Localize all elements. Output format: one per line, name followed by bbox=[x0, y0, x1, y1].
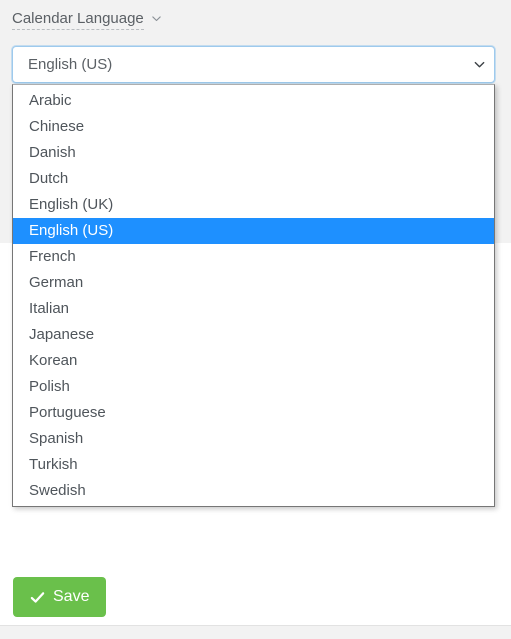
check-icon bbox=[30, 590, 45, 605]
dropdown-option[interactable]: French bbox=[13, 244, 494, 270]
dropdown-option[interactable]: Turkish bbox=[13, 452, 494, 478]
calendar-language-options-list[interactable]: Arabic Chinese Danish Dutch English (UK) Engl… bbox=[12, 84, 495, 507]
dropdown-option[interactable]: Polish bbox=[13, 374, 494, 400]
dropdown-option[interactable]: Italian bbox=[13, 296, 494, 322]
dropdown-option[interactable]: Chinese bbox=[13, 114, 494, 140]
dropdown-option[interactable]: Portuguese bbox=[13, 400, 494, 426]
calendar-language-selected-value: English (US) bbox=[28, 56, 113, 73]
dropdown-option[interactable]: English (US) bbox=[13, 218, 494, 244]
dropdown-option[interactable]: Arabic bbox=[13, 88, 494, 114]
dropdown-option[interactable]: Korean bbox=[13, 348, 494, 374]
save-button[interactable]: Save bbox=[13, 577, 107, 617]
dropdown-option[interactable]: German bbox=[13, 270, 494, 296]
dropdown-option[interactable]: Spanish bbox=[13, 426, 494, 452]
dropdown-option[interactable]: Swedish bbox=[13, 478, 494, 504]
dropdown-option[interactable]: Japanese bbox=[13, 322, 494, 348]
calendar-language-select[interactable]: English (US) bbox=[12, 46, 495, 83]
dropdown-option[interactable]: English (UK) bbox=[13, 192, 494, 218]
page-background-bottom bbox=[0, 626, 511, 639]
calendar-language-label-row[interactable]: Calendar Language bbox=[12, 10, 162, 30]
calendar-language-label: Calendar Language bbox=[12, 10, 144, 30]
chevron-down-icon bbox=[151, 13, 162, 24]
save-button-label: Save bbox=[53, 588, 90, 605]
dropdown-option[interactable]: Dutch bbox=[13, 166, 494, 192]
chevron-down-icon[interactable] bbox=[464, 58, 494, 71]
dropdown-option[interactable]: Danish bbox=[13, 140, 494, 166]
